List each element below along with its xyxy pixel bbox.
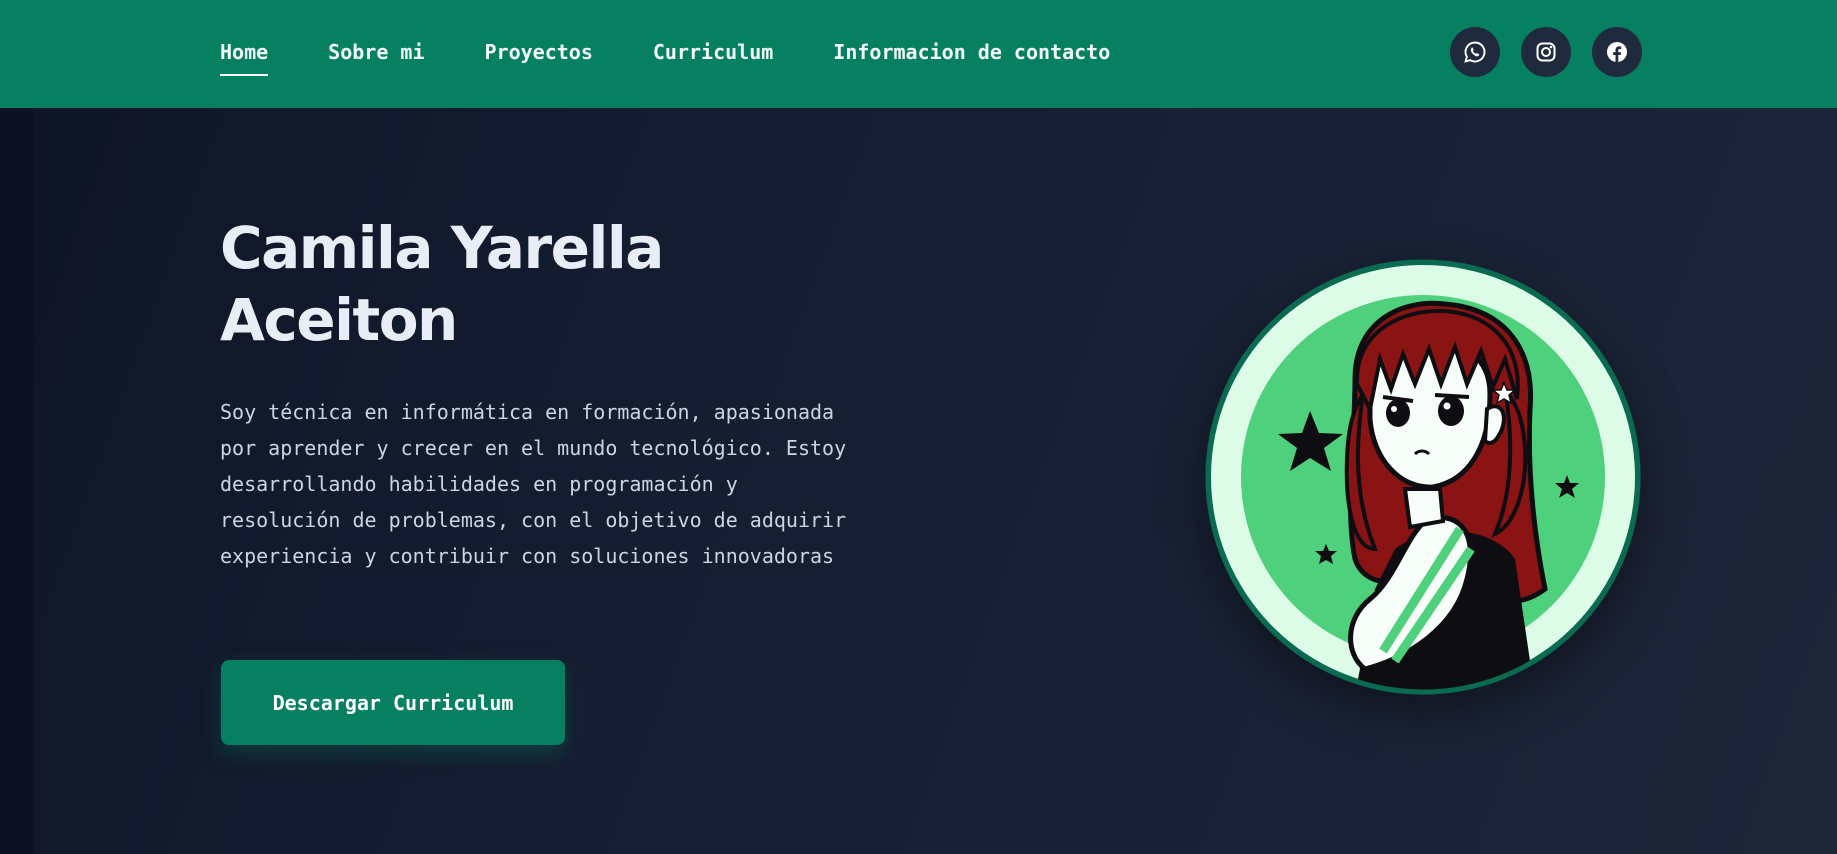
facebook-icon <box>1607 42 1627 62</box>
whatsapp-icon <box>1464 41 1486 63</box>
whatsapp-button[interactable] <box>1450 27 1500 77</box>
hero-description: Soy técnica en informática en formación,… <box>220 400 847 568</box>
nav-curriculum[interactable]: Curriculum <box>653 36 773 68</box>
nav-sobre-mi[interactable]: Sobre mi <box>328 36 424 68</box>
profile-avatar <box>1205 259 1641 695</box>
main-nav: Home Sobre mi Proyectos Curriculum Infor… <box>220 36 1170 76</box>
facebook-button[interactable] <box>1592 27 1642 77</box>
social-links <box>1450 27 1642 77</box>
instagram-button[interactable] <box>1521 27 1571 77</box>
nav-informacion-contacto[interactable]: Informacion de contacto <box>833 36 1110 68</box>
left-edge-strip <box>0 108 33 854</box>
nav-proyectos[interactable]: Proyectos <box>485 36 593 68</box>
profile-avatar-illustration <box>1205 259 1641 695</box>
hero-name-heading: Camila Yarella Aceiton <box>220 214 664 354</box>
download-cv-button[interactable]: Descargar Curriculum <box>221 660 565 745</box>
nav-home[interactable]: Home <box>220 36 269 76</box>
page: Home Sobre mi Proyectos Curriculum Infor… <box>0 0 1837 854</box>
top-navbar: Home Sobre mi Proyectos Curriculum Infor… <box>0 0 1837 108</box>
instagram-icon <box>1536 42 1556 62</box>
